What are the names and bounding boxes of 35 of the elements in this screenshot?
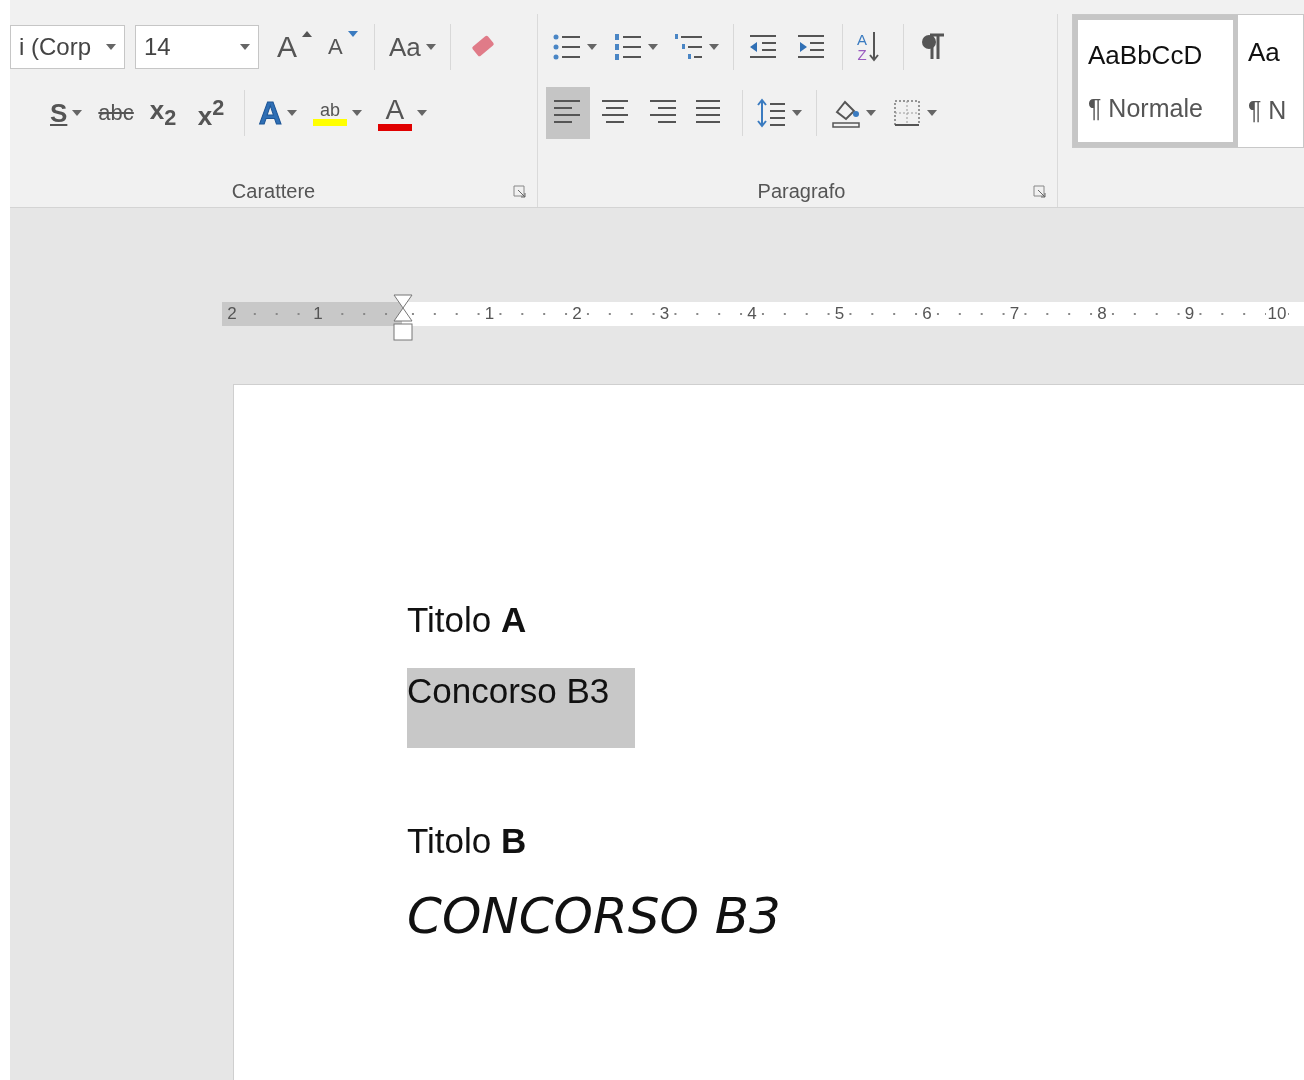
numbered-list-icon xyxy=(613,32,643,62)
caret-icon xyxy=(106,44,116,50)
paint-bucket-icon xyxy=(831,98,861,128)
paragraph: Concorso B3 xyxy=(407,667,636,748)
style-tile[interactable]: AaBbCcD ¶ Normale xyxy=(1073,15,1238,147)
group-label: Paragrafo xyxy=(757,180,846,203)
dialog-launcher-icon[interactable] xyxy=(513,185,527,199)
superscript-button[interactable]: x$^{2}$ xyxy=(191,87,236,139)
shrink-button[interactable]: A xyxy=(322,21,366,73)
underline-button[interactable]: S xyxy=(44,87,89,139)
group-label: Carattere xyxy=(231,180,316,203)
subscript-button[interactable]: x$_{2}$ xyxy=(143,87,188,139)
align-left-button[interactable] xyxy=(546,87,590,139)
effects-button[interactable]: A xyxy=(252,87,303,139)
highlight-button[interactable]: ab xyxy=(306,87,368,139)
up-triangle-icon xyxy=(302,31,312,37)
font-name-field[interactable]: i (Corp xyxy=(10,25,125,69)
paragraph: CONCORSO B3 xyxy=(407,888,781,944)
font-size-field[interactable]: 14 xyxy=(135,25,259,69)
line-spacing-icon xyxy=(757,98,787,128)
paragraph: Titolo A xyxy=(407,601,527,640)
borders-icon xyxy=(892,98,922,128)
caret-icon xyxy=(240,44,250,50)
indent-marker[interactable] xyxy=(392,294,414,342)
font-color-button[interactable]: A xyxy=(371,87,433,139)
sort-button[interactable]: A Z xyxy=(851,21,895,73)
multilevel-list-icon xyxy=(674,32,704,62)
strike-button[interactable]: abc xyxy=(92,87,140,139)
down-triangle-icon xyxy=(347,31,358,37)
dialog-launcher-icon[interactable] xyxy=(1033,185,1047,199)
grow-button[interactable]: A xyxy=(271,21,318,73)
case-button[interactable]: Aa xyxy=(383,21,442,73)
down-arrow-icon xyxy=(869,32,879,62)
paragraph: Titolo B xyxy=(407,822,527,861)
bullet-list-icon xyxy=(552,32,582,62)
